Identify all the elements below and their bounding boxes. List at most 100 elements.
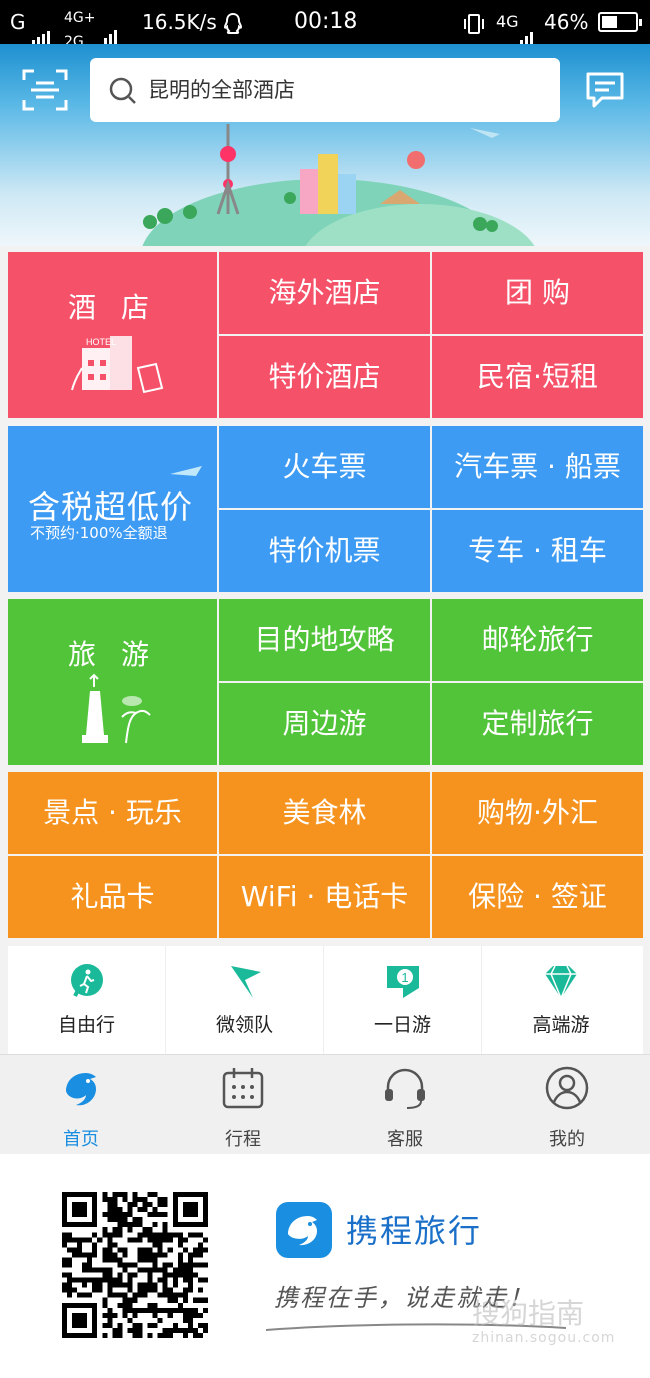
city-illustration bbox=[142, 124, 535, 246]
car-rental-tile[interactable]: 专车 · 租车 bbox=[432, 510, 643, 592]
signal-bars-icon-3 bbox=[520, 0, 535, 46]
watermark: 搜狗指南 bbox=[472, 1297, 585, 1330]
destination-guide-tile[interactable]: 目的地攻略 bbox=[219, 599, 430, 681]
shopping-fx-tile[interactable]: 购物·外汇 bbox=[432, 772, 643, 854]
search-icon bbox=[109, 77, 136, 104]
cruise-tile[interactable]: 邮轮旅行 bbox=[432, 599, 643, 681]
quick-link-label: 微领队 bbox=[215, 1014, 273, 1036]
hotel-label: 酒 店 bbox=[68, 291, 157, 324]
qr-code bbox=[62, 1192, 208, 1338]
quick-link-label: 自由行 bbox=[57, 1014, 115, 1036]
travel-label: 旅 游 bbox=[68, 638, 157, 671]
statue-of-liberty-icon bbox=[82, 673, 151, 744]
qq-icon bbox=[222, 0, 244, 44]
signal-bars-icon bbox=[31, 2, 52, 46]
overseas-hotel-label: 海外酒店 bbox=[268, 276, 381, 309]
insurance-visa-tile[interactable]: 保险 · 签证 bbox=[432, 856, 643, 938]
wifi-phonecard-tile[interactable]: WiFi · 电话卡 bbox=[219, 856, 430, 938]
flag-icon bbox=[231, 966, 261, 998]
user-icon bbox=[545, 1066, 589, 1110]
destination-guide-label: 目的地攻略 bbox=[254, 623, 395, 656]
shopping-fx-label: 购物·外汇 bbox=[477, 796, 598, 829]
walker-icon bbox=[71, 964, 103, 997]
bus-ship-tile[interactable]: 汽车票 · 船票 bbox=[432, 426, 643, 508]
hotel-section: 酒 店 HOTEL 海外酒店 团 购 特价酒店 民宿·短租 bbox=[8, 252, 643, 418]
network-right: 4G bbox=[496, 12, 519, 31]
vibrate-icon bbox=[462, 0, 486, 44]
diamond-icon bbox=[545, 965, 577, 1000]
flight-label: 特价机票 bbox=[268, 534, 381, 567]
search-placeholder: 昆明的全部酒店 bbox=[148, 78, 295, 102]
signal-bars-icon-2 bbox=[104, 0, 119, 46]
brand-name: 携程旅行 bbox=[346, 1212, 483, 1250]
search-bar[interactable]: 昆明的全部酒店 bbox=[90, 58, 560, 122]
clock: 00:18 bbox=[294, 9, 358, 34]
network-top-label: 4G+ bbox=[64, 9, 96, 26]
dolphin-icon bbox=[66, 1073, 96, 1106]
homestay-tile[interactable]: 民宿·短租 bbox=[432, 336, 643, 418]
nearby-tour-label: 周边游 bbox=[282, 707, 367, 740]
plane-icon bbox=[170, 466, 202, 476]
ctrip-logo-icon bbox=[276, 1202, 332, 1258]
watermark-url: zhinan.sogou.com bbox=[472, 1330, 616, 1346]
wifi-phonecard-label: WiFi · 电话卡 bbox=[240, 880, 409, 913]
tab-itinerary[interactable]: 行程 bbox=[162, 1055, 324, 1155]
train-ticket-label: 火车票 bbox=[282, 450, 367, 483]
tab-home[interactable]: 首页 bbox=[0, 1055, 162, 1155]
flight-tile[interactable]: 特价机票 bbox=[219, 510, 430, 592]
quick-link-guide[interactable]: 微领队 bbox=[166, 946, 324, 1054]
tab-label: 客服 bbox=[387, 1129, 423, 1150]
signal-group-left: G bbox=[10, 0, 52, 46]
travel-section: 旅 游 目的地攻略 邮轮旅行 周边游 定制旅行 bbox=[8, 599, 643, 765]
quick-link-label: 一日游 bbox=[373, 1014, 431, 1036]
quick-link-free-travel[interactable]: 自由行 bbox=[8, 946, 166, 1054]
gift-card-label: 礼品卡 bbox=[70, 880, 155, 913]
dual-network: 4G+ 2G bbox=[64, 4, 96, 50]
hotel-building-icon: HOTEL bbox=[71, 336, 164, 394]
header-banner: 昆明的全部酒店 bbox=[0, 44, 650, 246]
cruise-label: 邮轮旅行 bbox=[481, 623, 594, 656]
more-services-section: 景点 · 玩乐 美食林 购物·外汇 礼品卡 WiFi · 电话卡 保险 · 签证 bbox=[8, 772, 643, 938]
battery-fill bbox=[602, 16, 617, 28]
one-day-flag-icon: 1 bbox=[387, 966, 419, 998]
tab-label: 行程 bbox=[225, 1129, 261, 1150]
bus-ship-label: 汽车票 · 船票 bbox=[454, 450, 621, 483]
special-hotel-tile[interactable]: 特价酒店 bbox=[219, 336, 430, 418]
status-bar: G 4G+ 2G 16.5K/s 00:18 4G 46% bbox=[0, 0, 650, 50]
hotel-tile[interactable]: 酒 店 HOTEL bbox=[8, 252, 217, 418]
message-icon[interactable] bbox=[584, 70, 626, 110]
scan-icon[interactable] bbox=[22, 68, 68, 112]
app-promo-footer: 携程旅行 携程在手，说走就走！ 搜狗指南 zhinan.sogou.com bbox=[0, 1154, 650, 1378]
custom-tour-tile[interactable]: 定制旅行 bbox=[432, 683, 643, 765]
attractions-label: 景点 · 玩乐 bbox=[43, 796, 182, 829]
battery-percent: 46% bbox=[544, 10, 589, 34]
price-promo-tile[interactable]: 含税超低价 不预约·100%全额退 bbox=[8, 426, 217, 592]
quick-link-premium[interactable]: 高端游 bbox=[482, 946, 640, 1054]
tab-label: 我的 bbox=[549, 1129, 585, 1150]
car-rental-label: 专车 · 租车 bbox=[468, 534, 607, 567]
transport-section: 含税超低价 不预约·100%全额退 火车票 汽车票 · 船票 特价机票 专车 ·… bbox=[8, 426, 643, 592]
tab-customer-service[interactable]: 客服 bbox=[324, 1055, 486, 1155]
promo-subtitle: 不预约·100%全额退 bbox=[30, 524, 168, 542]
headset-icon bbox=[385, 1068, 425, 1109]
insurance-visa-label: 保险 · 签证 bbox=[468, 880, 607, 913]
tab-my-account[interactable]: 我的 bbox=[486, 1055, 648, 1155]
train-ticket-tile[interactable]: 火车票 bbox=[219, 426, 430, 508]
hotel-sign-text: HOTEL bbox=[86, 337, 116, 347]
attractions-tile[interactable]: 景点 · 玩乐 bbox=[8, 772, 217, 854]
travel-tile[interactable]: 旅 游 bbox=[8, 599, 217, 765]
quick-links: 自由行 微领队 1 一日游 高端游 bbox=[8, 946, 643, 1054]
carrier-label: G bbox=[10, 10, 26, 34]
overseas-hotel-tile[interactable]: 海外酒店 bbox=[219, 252, 430, 334]
battery-icon bbox=[598, 12, 642, 32]
quick-link-day-trip[interactable]: 1 一日游 bbox=[324, 946, 482, 1054]
group-buy-label: 团 购 bbox=[505, 276, 570, 309]
gift-card-tile[interactable]: 礼品卡 bbox=[8, 856, 217, 938]
bottom-tab-bar: 首页 行程 客服 我的 bbox=[0, 1054, 650, 1154]
nearby-tour-tile[interactable]: 周边游 bbox=[219, 683, 430, 765]
day-trip-badge: 1 bbox=[401, 970, 408, 985]
food-tile[interactable]: 美食林 bbox=[219, 772, 430, 854]
quick-link-label: 高端游 bbox=[532, 1014, 590, 1036]
special-hotel-label: 特价酒店 bbox=[268, 360, 381, 393]
group-buy-tile[interactable]: 团 购 bbox=[432, 252, 643, 334]
